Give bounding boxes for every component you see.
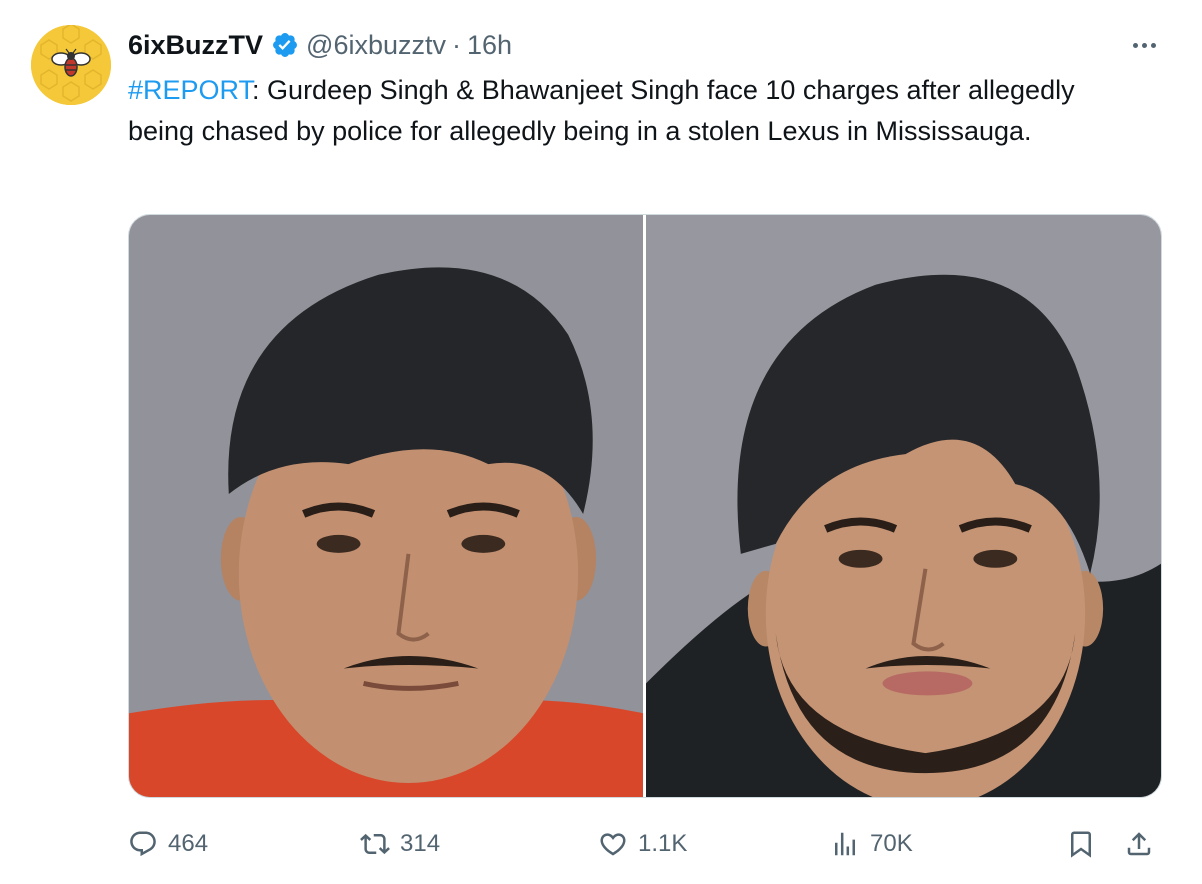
reply-icon xyxy=(130,831,156,857)
heart-icon xyxy=(600,833,626,856)
repost-count: 314 xyxy=(400,830,441,857)
handle[interactable]: @6ixbuzztv xyxy=(306,30,446,61)
hashtag-link[interactable]: #REPORT xyxy=(128,75,252,105)
bee-logo-icon xyxy=(31,25,111,105)
tweet-body: : Gurdeep Singh & Bhawanjeet Singh face … xyxy=(128,75,1075,146)
timestamp[interactable]: 16h xyxy=(467,30,512,61)
tweet-text: #REPORT: Gurdeep Singh & Bhawanjeet Sing… xyxy=(128,70,1138,152)
reply-count: 464 xyxy=(168,830,209,857)
avatar[interactable] xyxy=(31,25,111,105)
tweet[interactable]: 6ixBuzzTV @6ixbuzztv · 16h #REPORT: Gurd… xyxy=(0,0,1202,884)
photo-right[interactable] xyxy=(646,215,1161,797)
reply-button[interactable]: 464 xyxy=(128,822,208,866)
repost-button[interactable]: 314 xyxy=(360,822,440,866)
share-icon xyxy=(1127,832,1151,856)
media-grid xyxy=(128,214,1162,798)
verified-badge-icon[interactable] xyxy=(271,31,299,59)
repost-icon xyxy=(360,833,390,855)
views-icon xyxy=(835,832,855,856)
photo-left[interactable] xyxy=(129,215,643,797)
more-icon[interactable] xyxy=(1124,30,1164,60)
like-count: 1.1K xyxy=(638,830,688,857)
like-button[interactable]: 1.1K xyxy=(598,822,687,866)
views-button[interactable]: 70K xyxy=(830,822,913,866)
share-button[interactable] xyxy=(1124,822,1154,866)
separator: · xyxy=(452,29,461,60)
tweet-header: 6ixBuzzTV @6ixbuzztv · 16h xyxy=(128,28,512,62)
bookmark-button[interactable] xyxy=(1066,822,1096,866)
bookmark-icon xyxy=(1071,831,1091,858)
action-bar: 464 314 1.1K 70K xyxy=(128,822,1162,866)
display-name[interactable]: 6ixBuzzTV xyxy=(128,30,263,61)
views-count: 70K xyxy=(870,830,913,857)
